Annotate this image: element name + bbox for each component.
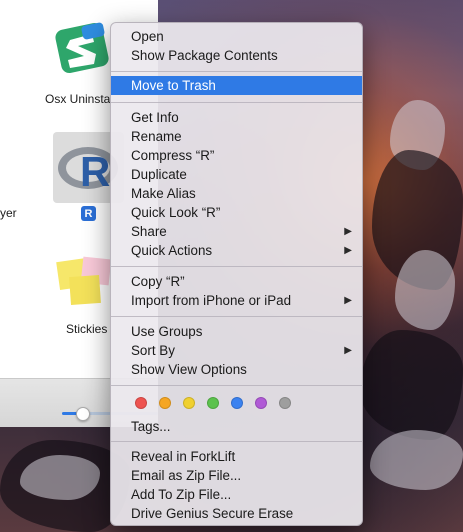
menu-item-label: Get Info: [131, 110, 179, 125]
menu-item-move-to-trash[interactable]: Move to Trash: [111, 76, 362, 95]
menu-separator: [111, 71, 362, 72]
menu-item-use-groups[interactable]: Use Groups: [111, 322, 362, 341]
menu-item-label: Drive Genius Secure Erase: [131, 506, 294, 521]
menu-item-quick-look[interactable]: Quick Look “R”: [111, 203, 362, 222]
menu-item-import-from-iphone[interactable]: Import from iPhone or iPad ▶: [111, 291, 362, 310]
menu-item-quick-actions[interactable]: Quick Actions ▶: [111, 241, 362, 260]
menu-item-tags[interactable]: Tags...: [111, 417, 362, 436]
r-app-label[interactable]: R: [81, 206, 96, 221]
menu-item-label: Duplicate: [131, 167, 187, 182]
menu-item-label: Quick Actions: [131, 243, 213, 258]
menu-item-compress[interactable]: Compress “R”: [111, 146, 362, 165]
menu-item-reveal-in-forklift[interactable]: Reveal in ForkLift: [111, 447, 362, 466]
tag-green-button[interactable]: [207, 397, 219, 409]
menu-separator: [111, 102, 362, 103]
wallpaper-snow: [395, 250, 455, 330]
menu-item-label: Share: [131, 224, 167, 239]
menu-item-label: Add To Zip File...: [131, 487, 232, 502]
tag-orange-button[interactable]: [159, 397, 171, 409]
menu-item-add-to-zip[interactable]: Add To Zip File...: [111, 485, 362, 504]
stickies-app-icon[interactable]: [56, 254, 116, 308]
menu-item-label: Quick Look “R”: [131, 205, 221, 220]
partial-app-label[interactable]: yer: [0, 206, 17, 220]
wallpaper-snow: [370, 430, 463, 490]
submenu-arrow-icon: ▶: [344, 226, 352, 237]
menu-item-label: Email as Zip File...: [131, 468, 242, 483]
menu-item-label: Import from iPhone or iPad: [131, 293, 292, 308]
menu-item-label: Move to Trash: [131, 78, 216, 93]
menu-separator: [111, 385, 362, 386]
menu-item-label: Rename: [131, 129, 182, 144]
tag-yellow-button[interactable]: [183, 397, 195, 409]
uninstaller-app-label[interactable]: Osx Uninsta: [45, 92, 110, 106]
submenu-arrow-icon: ▶: [344, 345, 352, 356]
svg-text:R: R: [80, 148, 110, 195]
menu-item-rename[interactable]: Rename: [111, 127, 362, 146]
menu-item-drive-genius-secure-erase[interactable]: Drive Genius Secure Erase: [111, 504, 362, 523]
menu-item-copy[interactable]: Copy “R”: [111, 272, 362, 291]
menu-item-duplicate[interactable]: Duplicate: [111, 165, 362, 184]
menu-item-label: Compress “R”: [131, 148, 215, 163]
menu-item-make-alias[interactable]: Make Alias: [111, 184, 362, 203]
wallpaper-rock: [360, 330, 463, 440]
menu-item-show-view-options[interactable]: Show View Options: [111, 360, 362, 379]
tag-blue-button[interactable]: [231, 397, 243, 409]
slider-knob[interactable]: [76, 407, 90, 421]
menu-item-email-as-zip[interactable]: Email as Zip File...: [111, 466, 362, 485]
tag-red-button[interactable]: [135, 397, 147, 409]
menu-item-get-info[interactable]: Get Info: [111, 108, 362, 127]
menu-item-label: Reveal in ForkLift: [131, 449, 236, 464]
menu-item-label: Use Groups: [131, 324, 203, 339]
menu-separator: [111, 441, 362, 442]
menu-item-label: Show Package Contents: [131, 48, 278, 63]
menu-item-open[interactable]: Open: [111, 27, 362, 46]
menu-item-sort-by[interactable]: Sort By ▶: [111, 341, 362, 360]
uninstaller-app-icon[interactable]: [52, 18, 112, 78]
menu-separator: [111, 316, 362, 317]
menu-item-label: Sort By: [131, 343, 175, 358]
menu-item-label: Tags...: [131, 419, 171, 434]
submenu-arrow-icon: ▶: [344, 295, 352, 306]
context-menu: Open Show Package Contents Move to Trash…: [110, 22, 363, 526]
menu-item-show-package-contents[interactable]: Show Package Contents: [111, 46, 362, 65]
menu-item-label: Show View Options: [131, 362, 247, 377]
tag-purple-button[interactable]: [255, 397, 267, 409]
submenu-arrow-icon: ▶: [344, 245, 352, 256]
menu-item-label: Open: [131, 29, 164, 44]
menu-separator: [111, 266, 362, 267]
menu-item-label: Copy “R”: [131, 274, 185, 289]
menu-item-share[interactable]: Share ▶: [111, 222, 362, 241]
stickies-app-label[interactable]: Stickies: [66, 322, 107, 336]
menu-item-label: Make Alias: [131, 186, 196, 201]
tag-gray-button[interactable]: [279, 397, 291, 409]
